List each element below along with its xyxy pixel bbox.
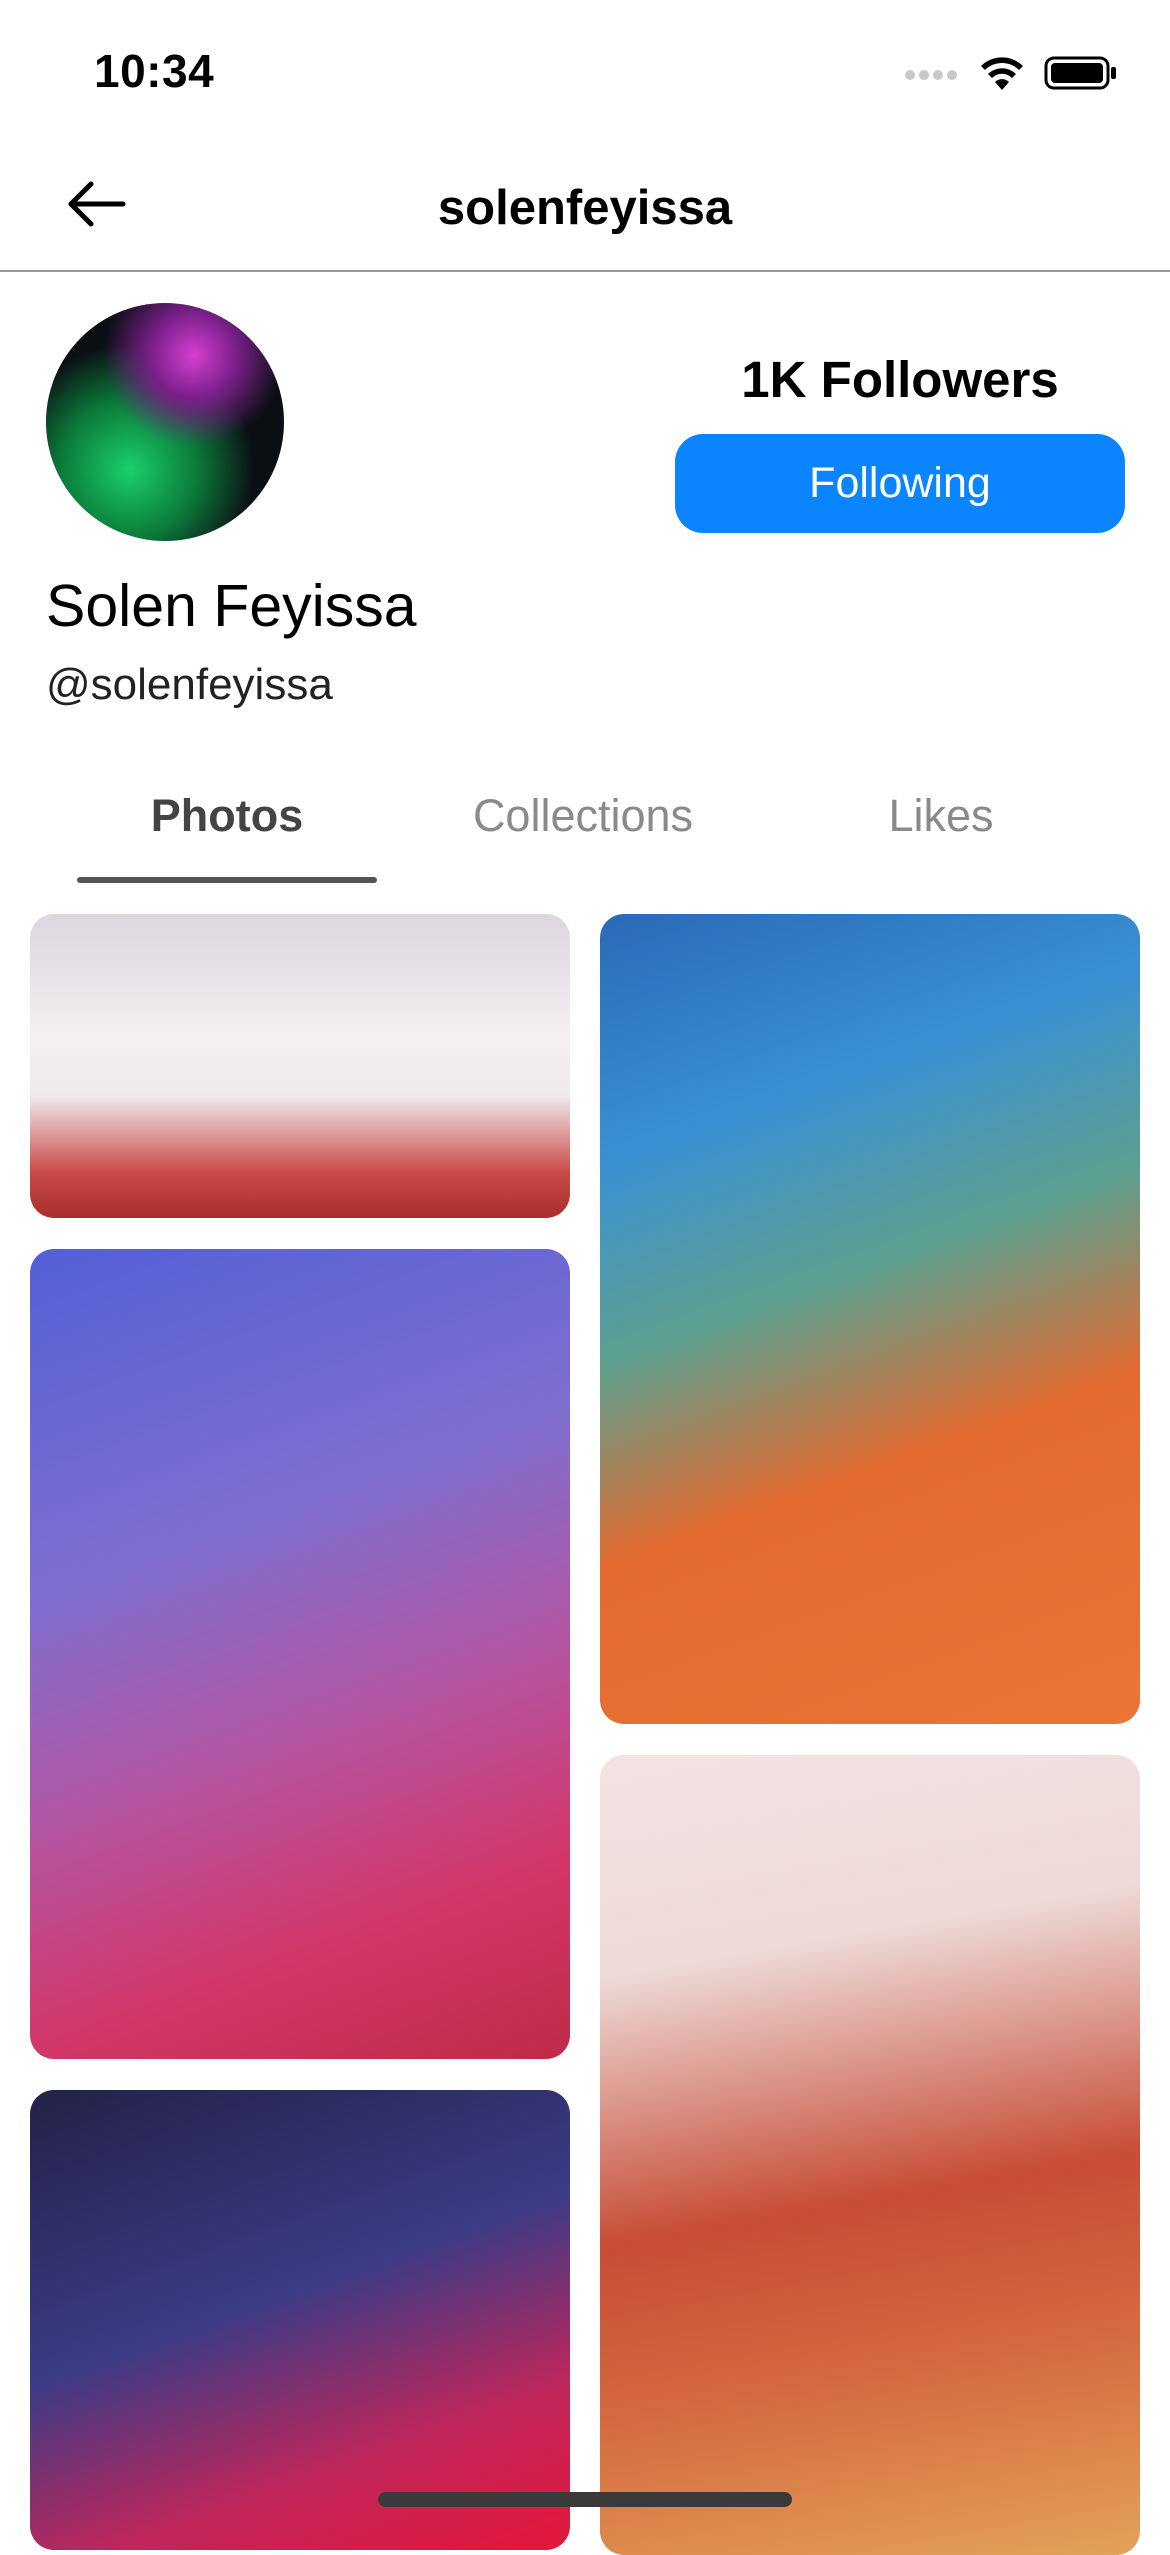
- status-bar: 10:34: [0, 0, 1170, 140]
- tab-photos[interactable]: Photos: [77, 790, 377, 842]
- photo-tile[interactable]: [30, 914, 570, 1218]
- avatar[interactable]: [46, 303, 284, 541]
- followers-count[interactable]: 1K Followers: [676, 350, 1124, 409]
- photo-tile[interactable]: [600, 914, 1140, 1724]
- photo-tile[interactable]: [600, 1755, 1140, 2555]
- home-indicator: [378, 2492, 792, 2507]
- username: @solenfeyissa: [46, 660, 333, 709]
- following-button[interactable]: Following: [675, 434, 1125, 533]
- status-icons: [904, 54, 1118, 97]
- photo-tile[interactable]: [30, 2090, 570, 2550]
- battery-icon: [1044, 55, 1118, 96]
- status-time: 10:34: [94, 45, 215, 97]
- profile-tabs: Photos Collections Likes: [0, 760, 1170, 890]
- tab-likes[interactable]: Likes: [791, 790, 1091, 842]
- signal-icon: [904, 63, 960, 88]
- page-title: solenfeyissa: [437, 181, 733, 235]
- photo-tile[interactable]: [30, 1249, 570, 2059]
- tab-collections[interactable]: Collections: [433, 790, 733, 842]
- display-name: Solen Feyissa: [46, 573, 417, 639]
- wifi-icon: [978, 54, 1026, 97]
- navigation-bar: solenfeyissa: [0, 140, 1170, 272]
- active-tab-indicator: [77, 877, 377, 883]
